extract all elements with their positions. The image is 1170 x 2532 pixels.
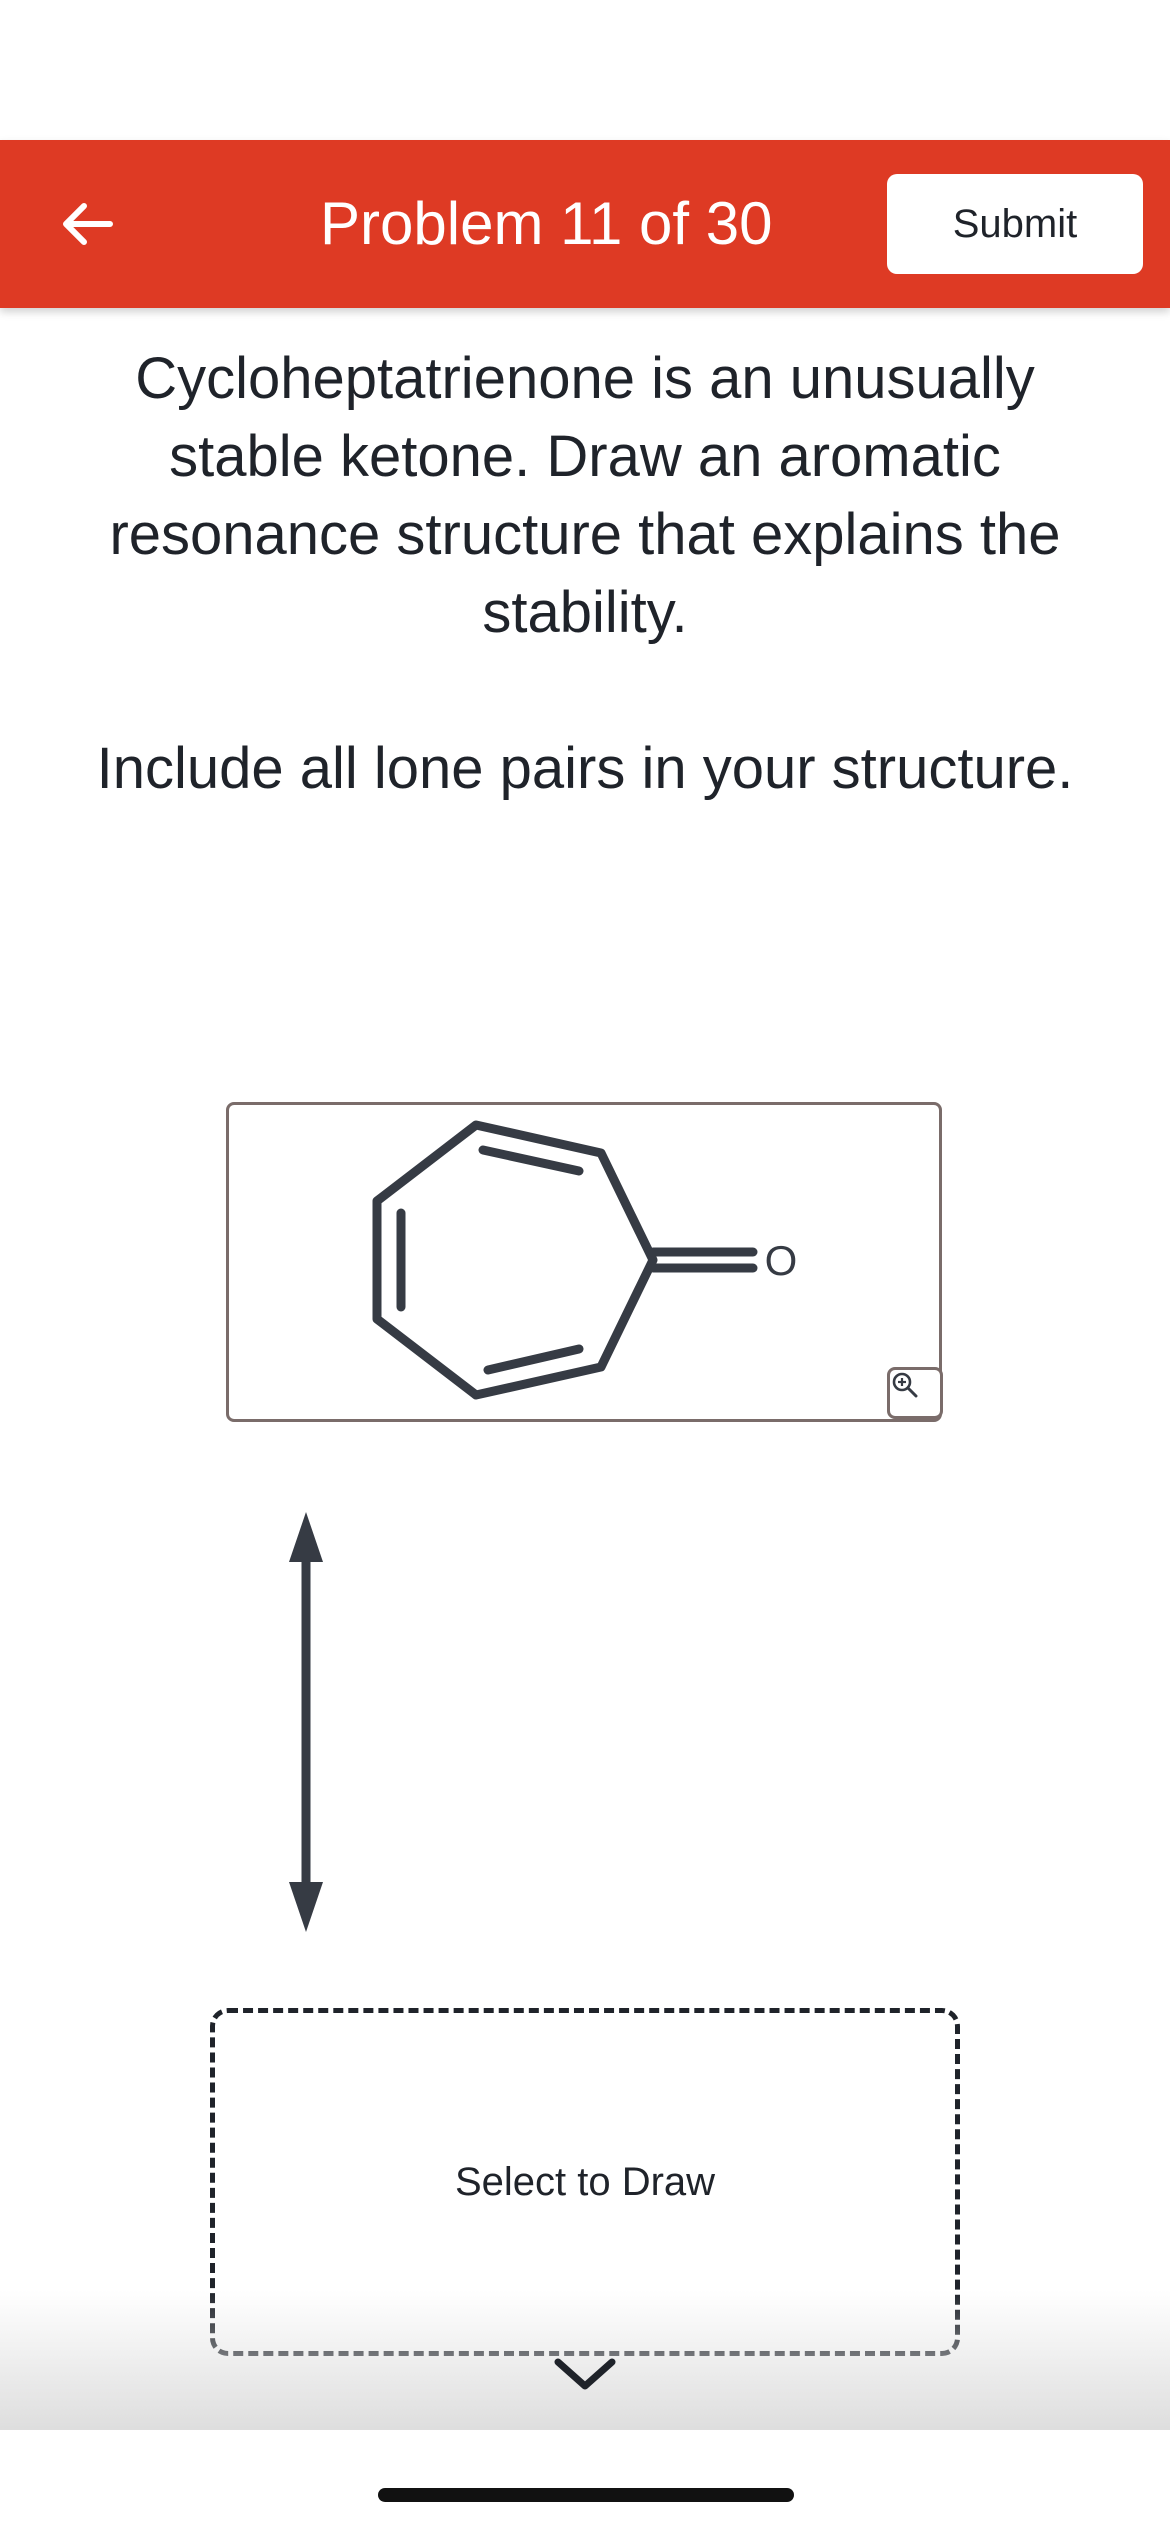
select-to-draw-label: Select to Draw: [454, 2159, 716, 2204]
double-bond-bottom: [483, 1344, 584, 1375]
submit-button[interactable]: Submit: [887, 174, 1143, 274]
zoom-button[interactable]: [887, 1367, 943, 1419]
back-button[interactable]: [44, 180, 132, 268]
bottom-bar: [0, 2430, 1170, 2532]
seven-membered-ring: [372, 1120, 658, 1400]
question-text: Cycloheptatrienone is an unusually stabl…: [109, 346, 1061, 645]
home-indicator: [378, 2488, 794, 2502]
arrow-left-icon: [63, 203, 113, 245]
cycloheptatrienone-structure: O: [372, 1120, 798, 1400]
problem-counter-title: Problem 11 of 30: [320, 190, 773, 257]
zoom-in-icon: [892, 1372, 918, 1398]
draw-answer-area[interactable]: Select to Draw: [210, 2008, 960, 2356]
double-headed-arrow-icon: [289, 1512, 323, 1932]
given-structure-panel: O: [226, 1102, 943, 1422]
chevron-down-icon[interactable]: [550, 2352, 620, 2396]
oxygen-atom-label: O: [765, 1237, 798, 1284]
top-bar: Problem 11 of 30 Submit: [0, 140, 1170, 308]
instruction-text: Include all lone pairs in your structure…: [96, 736, 1074, 801]
double-bond-top: [478, 1145, 584, 1176]
